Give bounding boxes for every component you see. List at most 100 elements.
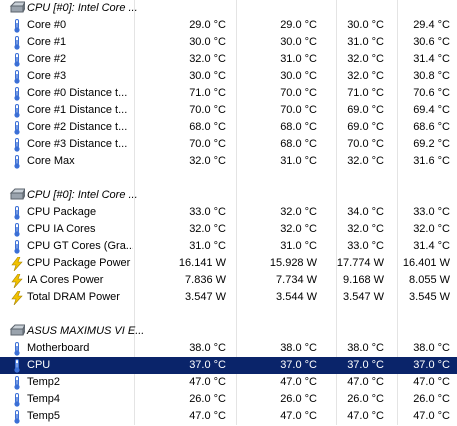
column-divider — [336, 170, 337, 187]
sensor-row[interactable]: Total DRAM Power 3.547 W 3.544 W 3.547 W 3.5… — [0, 289, 457, 306]
sensor-row[interactable]: Core #0 Distance t... 71.0 °C 70.0 °C 71.0 … — [0, 85, 457, 102]
minimum-value: 38.0 °C — [280, 342, 317, 354]
sensor-row[interactable]: Core #3 Distance t... 70.0 °C 68.0 °C 70.0 … — [0, 136, 457, 153]
current-value: 71.0 °C — [189, 87, 226, 99]
average-value: 30.6 °C — [413, 36, 450, 48]
column-divider — [236, 323, 237, 340]
minimum-value: 68.0 °C — [280, 138, 317, 150]
average-value: 69.2 °C — [413, 138, 450, 150]
sensor-row[interactable]: Core #2 32.0 °C 31.0 °C 32.0 °C 31.4 °C — [0, 51, 457, 68]
column-divider — [134, 238, 135, 255]
average-value: 31.4 °C — [413, 240, 450, 252]
sensor-row[interactable]: CPU IA Cores 32.0 °C 32.0 °C 32.0 °C 32.0 °C — [0, 221, 457, 238]
section-header[interactable]: ASUS MAXIMUS VI E... — [0, 323, 457, 340]
thermometer-icon — [10, 239, 24, 254]
current-value: 32.0 °C — [189, 53, 226, 65]
sensor-row[interactable]: Core #0 29.0 °C 29.0 °C 30.0 °C 29.4 °C — [0, 17, 457, 34]
column-divider — [134, 255, 135, 272]
minimum-value: 32.0 °C — [280, 223, 317, 235]
sensor-row[interactable]: CPU GT Cores (Gra... 31.0 °C 31.0 °C 33.0 °… — [0, 238, 457, 255]
sensor-label: Temp2 — [27, 376, 61, 388]
column-divider — [134, 51, 135, 68]
average-value: 47.0 °C — [413, 410, 450, 422]
column-divider — [134, 204, 135, 221]
minimum-value: 32.0 °C — [280, 206, 317, 218]
minimum-value: 70.0 °C — [280, 87, 317, 99]
thermometer-icon — [10, 392, 24, 407]
section-header[interactable]: CPU [#0]: Intel Core ... — [0, 0, 457, 17]
minimum-value: 68.0 °C — [280, 121, 317, 133]
column-divider — [236, 391, 237, 408]
sensor-row[interactable]: Temp5 47.0 °C 47.0 °C 47.0 °C 47.0 °C — [0, 408, 457, 425]
current-value: 16.141 W — [178, 257, 226, 269]
column-divider — [134, 272, 135, 289]
sensor-row[interactable]: Core #1 30.0 °C 30.0 °C 31.0 °C 30.6 °C — [0, 34, 457, 51]
sensor-label: Temp4 — [27, 393, 61, 405]
current-value: 47.0 °C — [189, 376, 226, 388]
column-divider — [134, 221, 135, 238]
column-divider — [236, 51, 237, 68]
thermometer-icon — [10, 18, 24, 33]
sensor-label: CPU IA Cores — [27, 223, 96, 235]
average-value: 29.4 °C — [413, 19, 450, 31]
thermometer-icon — [10, 69, 24, 84]
current-value: 70.0 °C — [189, 138, 226, 150]
current-value: 7.836 W — [185, 274, 226, 286]
sensor-label: Total DRAM Power — [27, 291, 120, 303]
current-value: 32.0 °C — [189, 223, 226, 235]
sensor-label: Core Max — [27, 155, 75, 167]
average-value: 47.0 °C — [413, 376, 450, 388]
sensor-row[interactable]: Motherboard 38.0 °C 38.0 °C 38.0 °C 38.0 °C — [0, 340, 457, 357]
average-value: 8.055 W — [409, 274, 450, 286]
sensor-label: CPU — [27, 359, 51, 371]
sensor-row[interactable]: CPU Package Power 16.141 W 15.928 W 17.774 … — [0, 255, 457, 272]
column-divider — [236, 289, 237, 306]
sensor-label: Core #2 Distance t... — [27, 121, 128, 133]
chip-icon — [9, 188, 26, 203]
sensor-row[interactable]: Temp2 47.0 °C 47.0 °C 47.0 °C 47.0 °C — [0, 374, 457, 391]
section-spacer — [0, 306, 457, 323]
section-header[interactable]: CPU [#0]: Intel Core ... — [0, 187, 457, 204]
thermometer-icon — [10, 375, 24, 390]
sensor-label: CPU Package Power — [27, 257, 131, 269]
thermometer-icon — [10, 52, 24, 67]
column-divider — [134, 85, 135, 102]
minimum-value: 31.0 °C — [280, 155, 317, 167]
column-divider — [236, 17, 237, 34]
average-value: 68.6 °C — [413, 121, 450, 133]
sensor-row[interactable]: Core #1 Distance t... 70.0 °C 70.0 °C 69.0 … — [0, 102, 457, 119]
minimum-value: 15.928 W — [269, 257, 317, 269]
current-value: 70.0 °C — [189, 104, 226, 116]
minimum-value: 47.0 °C — [280, 410, 317, 422]
thermometer-icon — [10, 358, 24, 373]
sensor-label: Core #0 Distance t... — [27, 87, 128, 99]
sensor-row[interactable]: IA Cores Power 7.836 W 7.734 W 9.168 W 8.055… — [0, 272, 457, 289]
sensor-row[interactable]: CPU 37.0 °C 37.0 °C 37.0 °C 37.0 °C — [0, 357, 457, 374]
column-divider — [236, 408, 237, 425]
minimum-value: 30.0 °C — [280, 70, 317, 82]
current-value: 30.0 °C — [189, 70, 226, 82]
thermometer-icon — [10, 86, 24, 101]
sensor-row[interactable]: CPU Package 33.0 °C 32.0 °C 34.0 °C 33.0 °C — [0, 204, 457, 221]
column-divider — [134, 17, 135, 34]
sensor-row[interactable]: Core #2 Distance t... 68.0 °C 68.0 °C 69.0 … — [0, 119, 457, 136]
column-divider — [134, 391, 135, 408]
sensor-row[interactable]: Core #3 30.0 °C 30.0 °C 32.0 °C 30.8 °C — [0, 68, 457, 85]
sensor-label: IA Cores Power — [27, 274, 104, 286]
column-divider — [336, 306, 337, 323]
sensor-row[interactable]: Core Max 32.0 °C 31.0 °C 32.0 °C 31.6 °C — [0, 153, 457, 170]
minimum-value: 31.0 °C — [280, 240, 317, 252]
thermometer-icon — [10, 137, 24, 152]
minimum-value: 70.0 °C — [280, 104, 317, 116]
section-title: CPU [#0]: Intel Core ... — [27, 189, 138, 201]
sensor-row[interactable]: Temp4 26.0 °C 26.0 °C 26.0 °C 26.0 °C — [0, 391, 457, 408]
minimum-value: 30.0 °C — [280, 36, 317, 48]
column-divider — [134, 408, 135, 425]
average-value: 69.4 °C — [413, 104, 450, 116]
thermometer-icon — [10, 205, 24, 220]
column-divider — [236, 340, 237, 357]
column-divider — [134, 306, 135, 323]
thermometer-icon — [10, 35, 24, 50]
minimum-value: 3.544 W — [276, 291, 317, 303]
thermometer-icon — [10, 120, 24, 135]
